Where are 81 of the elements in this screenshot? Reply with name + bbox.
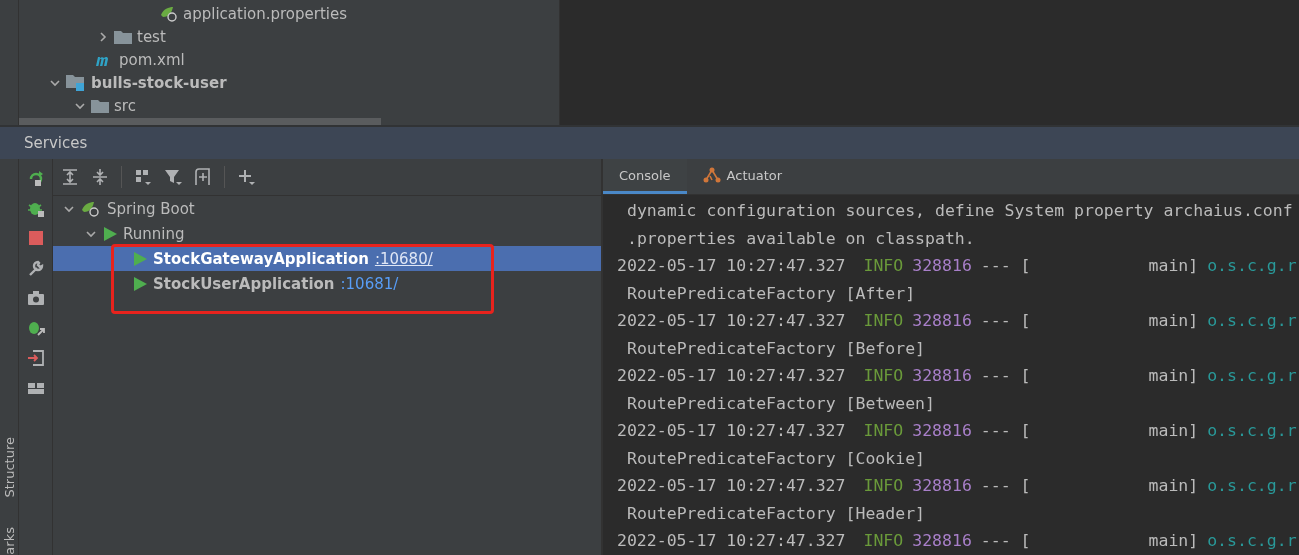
log-pid: 328816 — [912, 256, 972, 276]
log-logger: o.s.c.g.r — [1207, 311, 1297, 331]
run-icon — [133, 251, 147, 266]
console-line: RoutePredicateFactory [Cookie] — [626, 447, 926, 470]
spring-leaf-icon — [81, 200, 101, 217]
module-folder-icon — [66, 73, 86, 92]
add-service-icon[interactable] — [194, 168, 212, 186]
port-link[interactable]: :10680/ — [374, 249, 433, 268]
log-pid: 328816 — [912, 531, 972, 551]
side-tab[interactable]: arks — [1, 527, 17, 555]
log-level: INFO — [863, 366, 904, 386]
log-pid: 328816 — [912, 421, 972, 441]
log-thread: main] — [1148, 421, 1199, 441]
log-logger: o.s.c.g.r — [1207, 476, 1297, 496]
log-pid: 328816 — [912, 366, 972, 386]
login-icon[interactable] — [26, 349, 45, 367]
log-logger: o.s.c.g.r — [1207, 531, 1297, 551]
log-separator: --- [ — [980, 476, 1031, 496]
log-logger: o.s.c.g.r — [1207, 256, 1297, 276]
collapse-all-icon[interactable] — [91, 168, 109, 186]
tree-item[interactable]: pom.xml — [119, 50, 185, 69]
group-icon[interactable] — [134, 168, 152, 186]
scrollbar[interactable] — [19, 118, 381, 125]
log-time: 2022-05-17 10:27:47.327 — [617, 256, 846, 276]
expand-all-icon[interactable] — [61, 168, 79, 186]
folder-icon — [114, 29, 132, 44]
log-pid: 328816 — [912, 476, 972, 496]
log-level: INFO — [863, 311, 904, 331]
stop-icon[interactable] — [26, 229, 45, 247]
log-separator: --- [ — [980, 421, 1031, 441]
log-thread: main] — [1148, 366, 1199, 386]
log-level: INFO — [863, 531, 904, 551]
folder-icon — [91, 98, 109, 113]
log-time: 2022-05-17 10:27:47.327 — [617, 476, 846, 496]
log-time: 2022-05-17 10:27:47.327 — [617, 311, 846, 331]
log-separator: --- [ — [980, 311, 1031, 331]
log-pid: 328816 — [912, 311, 972, 331]
run-icon — [133, 276, 147, 291]
log-time: 2022-05-17 10:27:47.327 — [617, 421, 846, 441]
log-logger: o.s.c.g.r — [1207, 366, 1297, 386]
log-time: 2022-05-17 10:27:47.327 — [617, 366, 846, 386]
chevron-right-icon[interactable] — [97, 30, 109, 43]
app-name: StockGatewayApplication — [153, 249, 369, 268]
log-time: 2022-05-17 10:27:47.327 — [617, 531, 846, 551]
tree-item[interactable]: test — [137, 27, 166, 46]
app-name: StockUserApplication — [153, 274, 335, 293]
panel-tab[interactable]: Actuator — [686, 159, 799, 194]
log-separator: --- [ — [980, 256, 1031, 276]
port-link[interactable]: :10681/ — [340, 274, 399, 293]
log-separator: --- [ — [980, 366, 1031, 386]
tree-item[interactable]: bulls-stock-user — [91, 73, 227, 92]
console-line: dynamic configuration sources, define System property archaius.conf — [626, 200, 1294, 223]
console-line: .properties available on classpath. — [626, 227, 976, 250]
log-thread: main] — [1148, 531, 1199, 551]
filter-icon[interactable] — [164, 168, 182, 186]
log-thread: main] — [1148, 256, 1199, 276]
console-line: RoutePredicateFactory [Between] — [626, 392, 936, 415]
actuator-icon — [702, 167, 721, 183]
console-line: RoutePredicateFactory [After] — [626, 282, 917, 305]
log-level: INFO — [863, 476, 904, 496]
spring-leaf-icon — [160, 5, 178, 22]
service-row[interactable]: StockUserApplication :10681/ — [53, 271, 601, 296]
add-icon[interactable] — [237, 168, 255, 186]
console-line: RoutePredicateFactory [Before] — [626, 337, 926, 360]
console-line: RoutePredicateFactory [Header] — [626, 502, 926, 525]
log-thread: main] — [1148, 476, 1199, 496]
panel-title: Services — [24, 134, 88, 152]
service-group[interactable]: Spring Boot — [107, 199, 195, 218]
side-tab[interactable]: Structure — [1, 436, 17, 498]
log-level: INFO — [863, 256, 904, 276]
log-thread: main] — [1148, 311, 1199, 331]
log-logger: o.s.c.g.r — [1207, 421, 1297, 441]
tree-item[interactable]: application.properties — [183, 4, 348, 23]
tree-item[interactable]: src — [114, 96, 136, 115]
log-level: INFO — [863, 421, 904, 441]
debug-attach-icon[interactable] — [26, 319, 45, 337]
run-icon — [103, 226, 117, 241]
service-row[interactable]: StockGatewayApplication :10680/ — [53, 246, 601, 271]
camera-icon[interactable] — [26, 289, 45, 307]
service-status[interactable]: Running — [123, 224, 185, 243]
log-separator: --- [ — [980, 531, 1031, 551]
